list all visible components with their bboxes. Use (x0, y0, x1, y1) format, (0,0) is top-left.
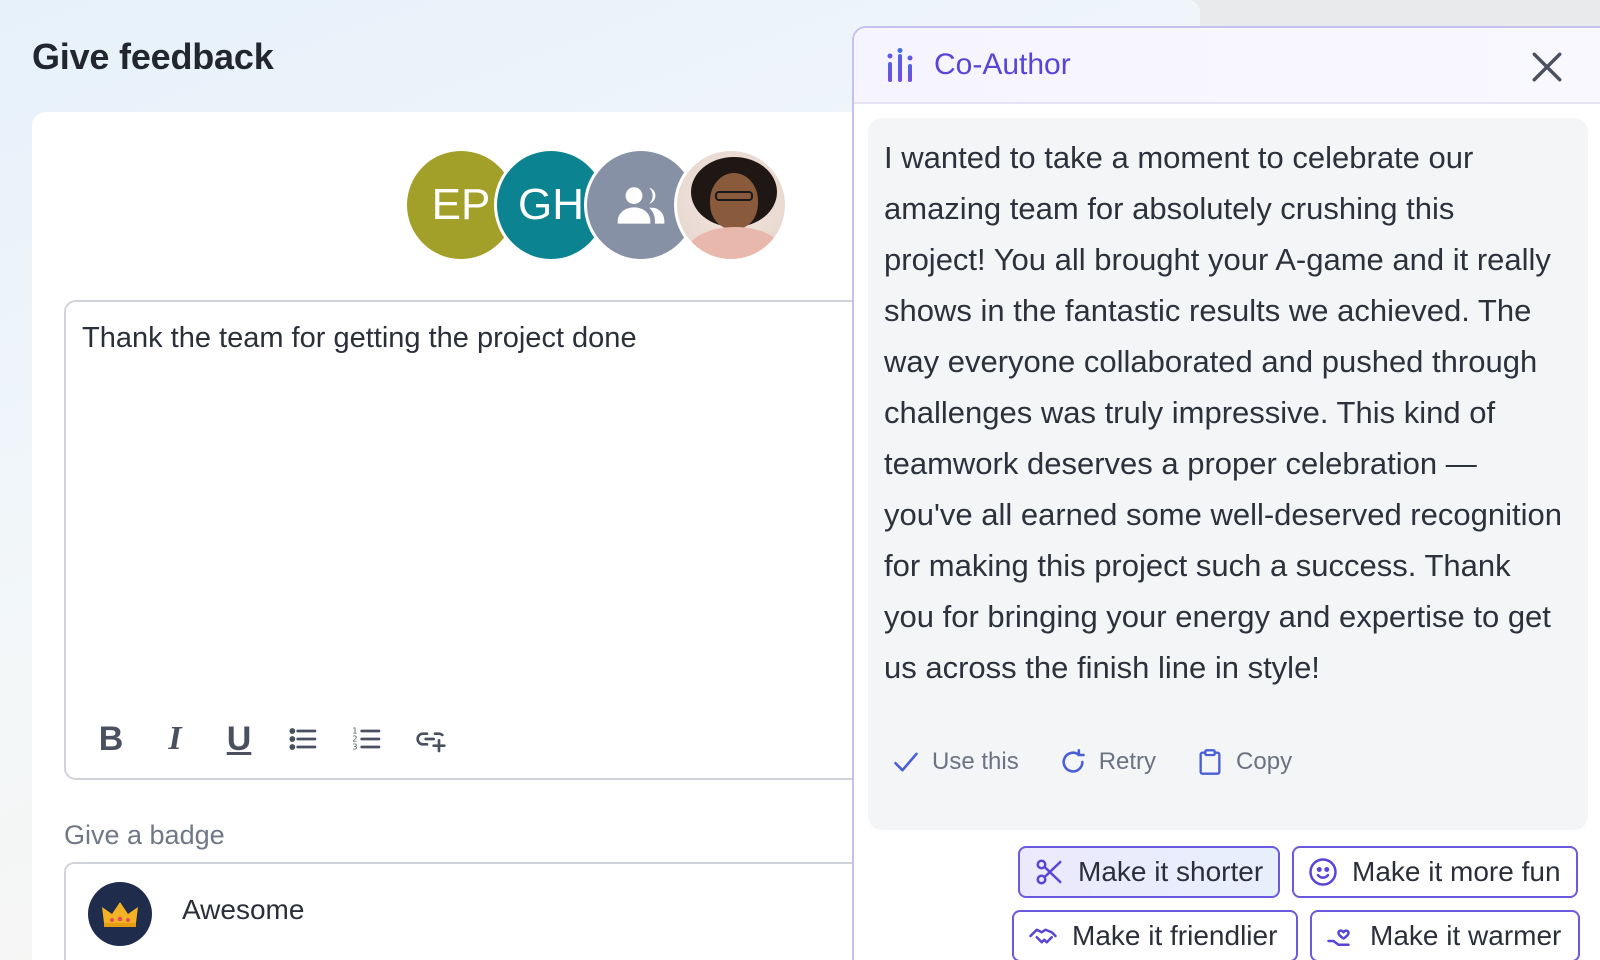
photo-shirt (687, 227, 783, 259)
bold-icon[interactable]: B (90, 718, 132, 760)
copy-button[interactable]: Copy (1196, 748, 1292, 776)
message-actions: Use this Retry Copy (892, 748, 1292, 776)
heart-hand-icon (1327, 929, 1350, 946)
retry-icon (1062, 749, 1085, 773)
underline-icon[interactable]: U (218, 718, 260, 760)
smiley-icon (1309, 858, 1337, 886)
group-icon (617, 187, 665, 224)
coauthor-panel: Co-Author I wanted to take a moment to c… (852, 26, 1600, 960)
crown-icon (88, 882, 152, 946)
panel-title: Co-Author (934, 48, 1071, 81)
make-shorter-label: Make it shorter (1078, 856, 1264, 887)
page-title: Give feedback (32, 36, 274, 77)
copy-label: Copy (1236, 748, 1293, 775)
make-shorter-button[interactable]: Make it shorter (1018, 846, 1280, 898)
retry-label: Retry (1098, 748, 1157, 775)
svg-text:3: 3 (352, 743, 357, 752)
italic-icon[interactable]: I (154, 718, 196, 760)
make-warmer-button[interactable]: Make it warmer (1310, 910, 1580, 960)
use-this-label: Use this (932, 748, 1019, 775)
clipboard-icon (1199, 749, 1221, 775)
badge-select[interactable]: Awesome (64, 862, 864, 960)
scissors-icon (1036, 859, 1062, 885)
avatar-initials: GH (518, 180, 584, 229)
make-friendlier-button[interactable]: Make it friendlier (1012, 910, 1298, 960)
badge-label: Give a badge (64, 820, 225, 850)
retry-button[interactable]: Retry (1059, 748, 1156, 776)
coauthor-icon (887, 48, 913, 82)
photo-face (710, 173, 758, 229)
insert-link-icon[interactable] (410, 718, 452, 760)
bullet-list-icon[interactable] (282, 718, 324, 760)
editor-text[interactable]: Thank the team for getting the project d… (82, 322, 637, 355)
badge-value: Awesome (182, 894, 305, 925)
avatar-photo[interactable] (674, 148, 788, 262)
make-fun-button[interactable]: Make it more fun (1292, 846, 1578, 898)
make-friendlier-label: Make it friendlier (1072, 920, 1278, 951)
use-this-button[interactable]: Use this (892, 748, 1019, 776)
numbered-list-icon[interactable]: 1 2 3 (346, 718, 388, 760)
photo-glasses (715, 191, 753, 201)
feedback-editor[interactable]: Thank the team for getting the project d… (64, 300, 864, 780)
make-fun-label: Make it more fun (1352, 856, 1561, 887)
generated-message: I wanted to take a moment to celebrate o… (868, 118, 1588, 830)
coauthor-header: Co-Author (854, 28, 1600, 104)
recipient-avatars: EP GH (404, 148, 804, 262)
handshake-icon (1029, 928, 1057, 944)
make-warmer-label: Make it warmer (1370, 920, 1562, 951)
format-toolbar: B I U 1 2 3 (90, 718, 452, 760)
avatar-initials: EP (431, 180, 491, 229)
close-icon[interactable] (1530, 50, 1564, 84)
check-icon (894, 752, 918, 772)
generated-text: I wanted to take a moment to celebrate o… (884, 140, 1562, 685)
